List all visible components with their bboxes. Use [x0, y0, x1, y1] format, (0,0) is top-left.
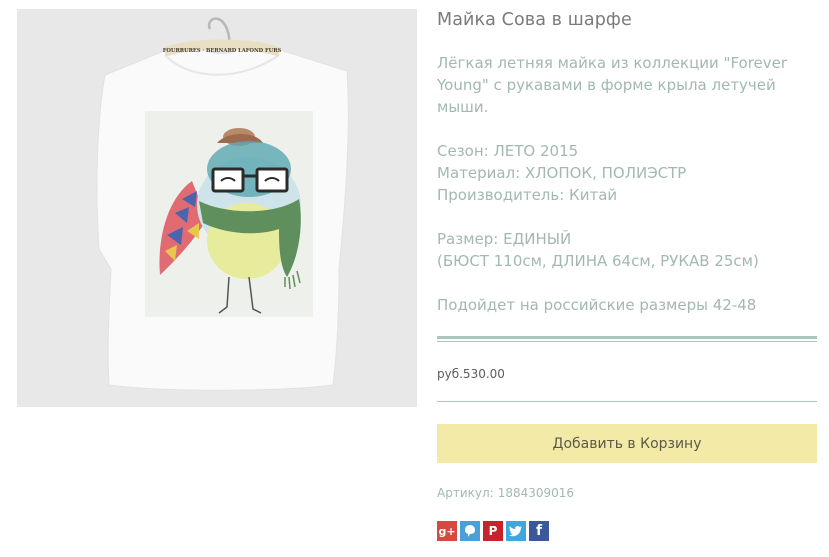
facebook-icon[interactable]: f	[529, 521, 549, 541]
add-to-cart-button[interactable]: Добавить в Корзину	[437, 424, 817, 463]
social-share-bar: g+ P f	[437, 521, 552, 542]
divider	[437, 401, 817, 402]
sku-line: Артикул: 1884309016	[437, 486, 574, 500]
description-intro: Лёгкая летняя майка из коллекции "Foreve…	[437, 54, 788, 116]
description-season: Сезон: ЛЕТО 2015	[437, 142, 579, 160]
sku-label: Артикул:	[437, 486, 494, 500]
product-title: Майка Сова в шарфе	[437, 10, 632, 30]
sku-value: 1884309016	[497, 486, 575, 500]
pinterest-icon[interactable]: P	[483, 521, 503, 541]
product-price: руб.530.00	[437, 367, 505, 381]
description-material: Материал: ХЛОПОК, ПОЛИЭСТР	[437, 164, 687, 182]
description-measurements: (БЮСТ 110см, ДЛИНА 64см, РУКАВ 25см)	[437, 252, 759, 270]
hanger-label: FOURRURES · BERNARD LAFOND FURS	[163, 48, 282, 54]
description-manufacturer: Производитель: Китай	[437, 186, 618, 204]
product-description: Лёгкая летняя майка из коллекции "Foreve…	[437, 52, 817, 316]
description-size: Размер: ЕДИНЫЙ	[437, 230, 572, 248]
product-image[interactable]: FOURRURES · BERNARD LAFOND FURS	[17, 9, 417, 407]
twitter-icon[interactable]	[506, 521, 526, 541]
description-fit: Подойдет на российские размеры 42-48	[437, 296, 757, 314]
divider-double	[437, 336, 817, 342]
google-plus-icon[interactable]: g+	[437, 521, 457, 541]
speech-bubble-icon[interactable]	[460, 521, 480, 541]
